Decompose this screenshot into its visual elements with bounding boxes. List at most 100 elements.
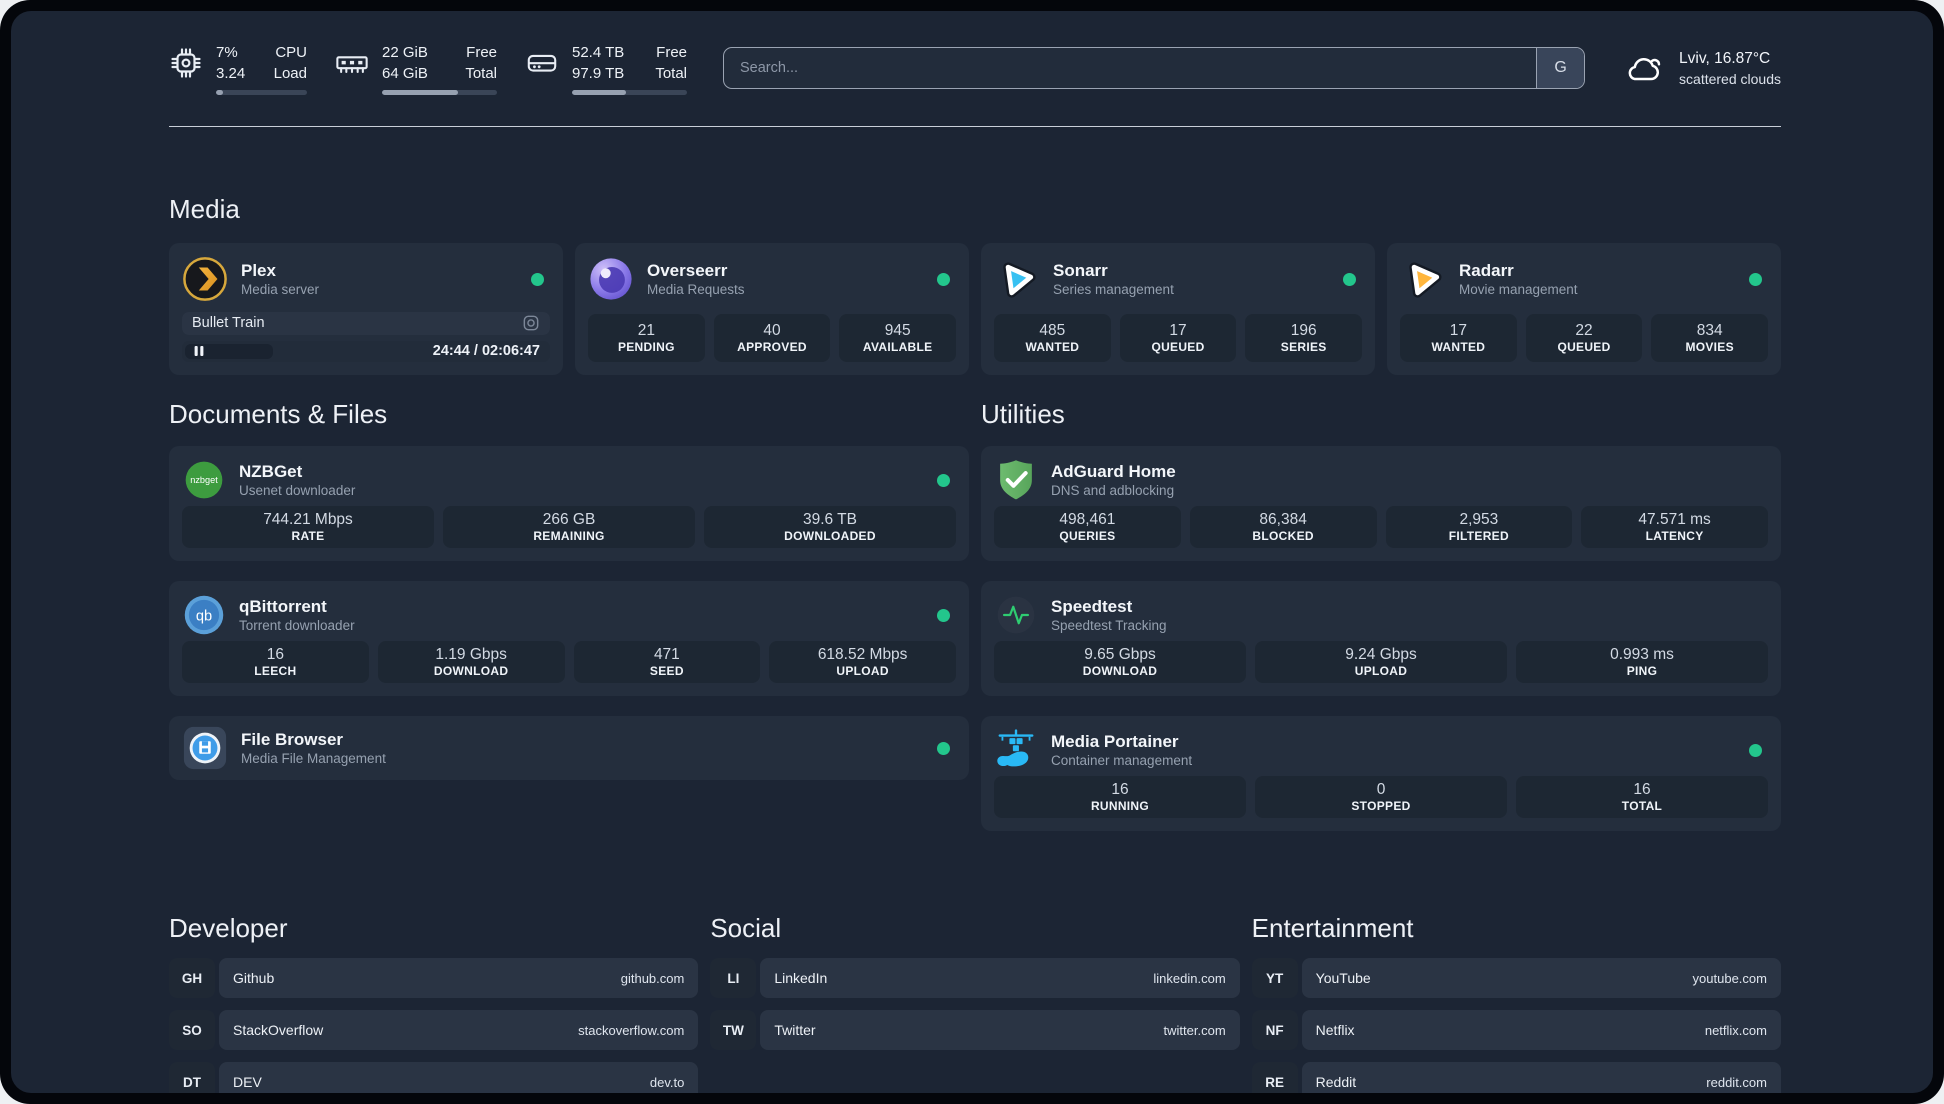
app-card-radarr: Radarr Movie management 17 WANTED 22 QUEUE… xyxy=(1387,243,1781,375)
app-link-qbittorrent[interactable]: qb qBittorrent Torrent downloader xyxy=(182,594,956,636)
app-name: Speedtest xyxy=(1051,596,1133,616)
svg-text:qb: qb xyxy=(196,609,212,625)
cpu-stat: 7% 3.24 CPU Load xyxy=(169,42,307,95)
stat-tile: 2,953 FILTERED xyxy=(1385,506,1573,548)
bookmark-abbr: NF xyxy=(1251,1010,1298,1050)
bookmark-reddit[interactable]: RE Reddit reddit.com xyxy=(1251,1062,1781,1093)
svg-text:nzbget: nzbget xyxy=(190,475,218,485)
memory-stat: 22 GiB 64 GiB Free Total xyxy=(335,42,497,95)
app-description: Speedtest Tracking xyxy=(1051,617,1167,633)
search-input[interactable] xyxy=(724,48,1537,88)
app-link-radarr[interactable]: Radarr Movie management xyxy=(1400,256,1768,302)
stats-row: 9.65 Gbps DOWNLOAD 9.24 Gbps UPLOAD 0.993 … xyxy=(994,641,1768,683)
stat-tile: 22 QUEUED xyxy=(1525,314,1643,362)
status-indicator xyxy=(1343,272,1356,286)
stats-row: 21 PENDING 40 APPROVED 945 AVAILABLE xyxy=(588,314,957,362)
app-link-filebrowser[interactable]: File Browser Media File Management xyxy=(182,725,956,771)
status-indicator xyxy=(937,272,950,286)
weather-condition: scattered clouds xyxy=(1679,71,1781,88)
app-description: Media Requests xyxy=(647,281,745,297)
app-card-nzbget: nzbget NZBGet Usenet downloader 744.21 M… xyxy=(169,446,969,561)
bookmark-url: dev.to xyxy=(649,1074,685,1090)
app-name: Overseerr xyxy=(647,260,728,280)
memory-progress-bar xyxy=(382,89,497,95)
app-description: Container management xyxy=(1051,752,1193,768)
app-link-sonarr[interactable]: Sonarr Series management xyxy=(994,256,1362,302)
disk-total-value: 97.9 TB xyxy=(572,64,625,82)
bookmark-name: YouTube xyxy=(1315,970,1371,986)
bookmark-youtube[interactable]: YT YouTube youtube.com xyxy=(1251,958,1781,998)
cloud-icon xyxy=(1628,58,1661,81)
stats-row: 485 WANTED 17 QUEUED 196 SERIES xyxy=(994,314,1363,362)
app-link-adguard[interactable]: AdGuard Home DNS and adblocking xyxy=(994,459,1768,501)
stat-tile: 196 SERIES xyxy=(1245,314,1363,362)
stat-tile: 40 APPROVED xyxy=(713,314,831,362)
app-link-speedtest[interactable]: Speedtest Speedtest Tracking xyxy=(994,594,1768,636)
now-playing-title: Bullet Train xyxy=(192,315,265,332)
bookmark-netflix[interactable]: NF Netflix netflix.com xyxy=(1251,1010,1781,1050)
stat-tile: 485 WANTED xyxy=(994,314,1111,362)
stats-row: 16 RUNNING 0 STOPPED 16 TOTAL xyxy=(994,776,1768,818)
disk-stat: 52.4 TB 97.9 TB Free Total xyxy=(525,42,687,95)
video-icon[interactable] xyxy=(522,314,540,332)
app-card-filebrowser: File Browser Media File Management xyxy=(169,716,969,780)
app-name: NZBGet xyxy=(239,461,303,481)
stats-row: 16 LEECH 1.19 Gbps DOWNLOAD 471 SEED 618.52… xyxy=(182,641,956,683)
ram-icon xyxy=(336,55,368,73)
pause-icon[interactable] xyxy=(192,344,206,358)
bookmark-url: linkedin.com xyxy=(1153,970,1226,986)
memory-total-value: 64 GiB xyxy=(382,64,428,82)
app-card-portainer: Media Portainer Container management 16 R… xyxy=(981,716,1781,831)
bookmark-linkedin[interactable]: LI LinkedIn linkedin.com xyxy=(710,958,1240,998)
bookmark-url: youtube.com xyxy=(1692,970,1767,986)
bookmark-name: Github xyxy=(233,970,275,986)
topbar-divider xyxy=(169,126,1781,127)
app-name: Radarr xyxy=(1459,260,1514,280)
bookmark-abbr: LI xyxy=(710,958,757,998)
cpu-label: CPU xyxy=(275,43,307,61)
app-link-portainer[interactable]: Media Portainer Container management xyxy=(994,729,1768,771)
weather-widget: Lviv, 16.87°C scattered clouds xyxy=(1623,48,1781,89)
system-stats: 7% 3.24 CPU Load 22 GiB 64 GiB Free Total xyxy=(169,42,687,95)
stat-tile: 21 PENDING xyxy=(588,314,705,362)
window-frame: 7% 3.24 CPU Load 22 GiB 64 GiB Free Total xyxy=(0,0,1944,1104)
stats-row: 744.21 Mbps RATE 266 GB REMAINING 39.6 TB D… xyxy=(182,506,956,548)
app-link-nzbget[interactable]: nzbget NZBGet Usenet downloader xyxy=(182,459,956,501)
app-card-qbittorrent: qb qBittorrent Torrent downloader 16 LEEC… xyxy=(169,581,969,696)
stat-tile: 17 QUEUED xyxy=(1119,314,1237,362)
stat-tile: 9.24 Gbps UPLOAD xyxy=(1255,641,1507,683)
bookmark-dev[interactable]: DT DEV dev.to xyxy=(169,1062,699,1093)
bookmark-url: reddit.com xyxy=(1706,1074,1767,1090)
app-name: File Browser xyxy=(241,729,344,749)
memory-free-label: Free xyxy=(466,43,497,61)
bookmark-abbr: SO xyxy=(169,1010,215,1050)
bookmark-name: Twitter xyxy=(774,1022,816,1038)
qbittorrent-icon: qb xyxy=(182,593,226,637)
bookmark-stackoverflow[interactable]: SO StackOverflow stackoverflow.com xyxy=(169,1010,699,1050)
app-link-overseerr[interactable]: Overseerr Media Requests xyxy=(588,256,956,302)
bookmark-twitter[interactable]: TW Twitter twitter.com xyxy=(710,1010,1240,1050)
app-description: DNS and adblocking xyxy=(1051,482,1175,498)
stat-tile: 471 SEED xyxy=(573,641,761,683)
cpu-progress-bar xyxy=(216,89,307,95)
dashboard: 7% 3.24 CPU Load 22 GiB 64 GiB Free Total xyxy=(11,11,1933,1093)
section-title-media: Media xyxy=(169,194,240,224)
stat-tile: 16 LEECH xyxy=(182,641,369,683)
portainer-icon xyxy=(994,728,1038,772)
app-name: Sonarr xyxy=(1053,260,1108,280)
search-engine-button[interactable]: G xyxy=(1536,48,1585,88)
search-bar[interactable]: G xyxy=(723,47,1586,89)
stat-tile: 0.993 ms PING xyxy=(1516,641,1768,683)
utilities-column: Utilities AdGuard Home DNS and adblockin… xyxy=(981,399,1781,851)
weather-location: Lviv, 16.87°C xyxy=(1679,49,1771,67)
now-playing-row[interactable]: Bullet Train xyxy=(182,312,550,335)
playback-progress-bar[interactable]: 24:44 / 02:06:47 xyxy=(182,340,550,362)
disk-icon xyxy=(527,54,557,72)
bookmark-github[interactable]: GH Github github.com xyxy=(169,958,699,998)
stat-tile: 618.52 Mbps UPLOAD xyxy=(769,641,956,683)
bookmarks-entertainment: Entertainment YT YouTube youtube.com NF N… xyxy=(1251,913,1781,1093)
status-indicator xyxy=(531,272,544,286)
app-link-plex[interactable]: Plex Media server xyxy=(182,256,550,302)
stat-tile: 744.21 Mbps RATE xyxy=(182,506,434,548)
app-card-adguard: AdGuard Home DNS and adblocking 498,461 Q… xyxy=(981,446,1781,561)
